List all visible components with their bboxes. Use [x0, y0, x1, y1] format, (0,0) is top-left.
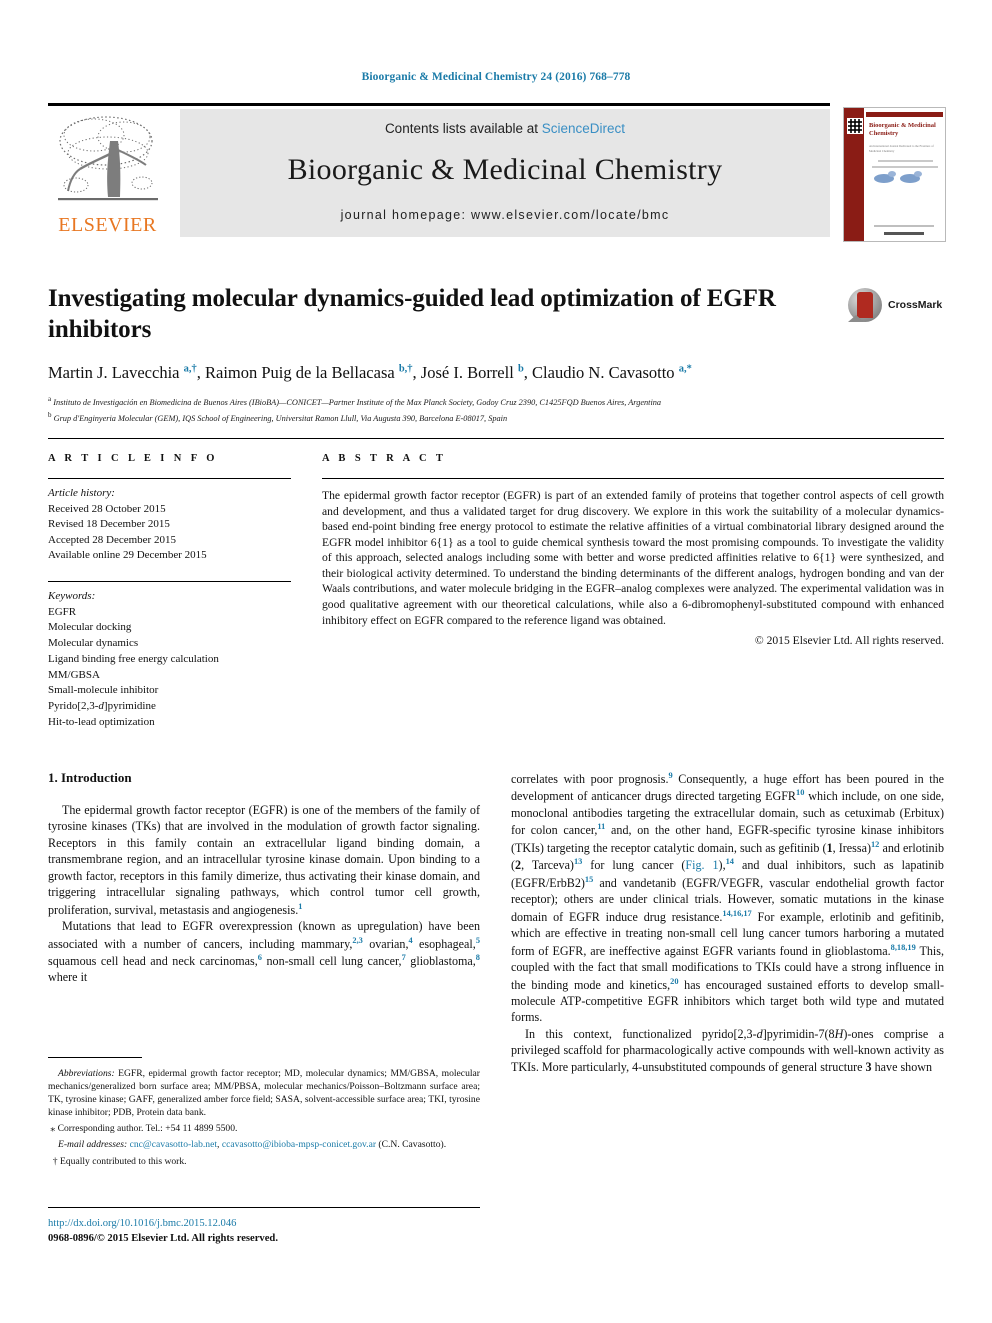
- cover-graphic-blob-small: [888, 171, 896, 177]
- footnote-corresponding: ⁎ Corresponding author. Tel.: +54 11 489…: [48, 1122, 480, 1135]
- crossmark-label: CrossMark: [888, 299, 943, 311]
- paper-page: Bioorganic & Medicinal Chemistry 24 (201…: [0, 0, 992, 1323]
- history-revised: Revised 18 December 2015: [48, 518, 170, 531]
- paragraph: Mutations that lead to EGFR overexpressi…: [48, 919, 480, 985]
- crossmark-icon: [848, 288, 882, 322]
- masthead-top-rule: [48, 103, 830, 106]
- title-block: Investigating molecular dynamics-guided …: [48, 284, 838, 425]
- affiliation-b: b Grup d'Enginyeria Molecular (GEM), IQS…: [48, 410, 508, 423]
- elsevier-wordmark: ELSEVIER: [58, 214, 157, 236]
- keywords-rule: [48, 581, 291, 583]
- footer-rule: [48, 1207, 480, 1208]
- abstract-heading: A B S T R A C T: [322, 453, 447, 464]
- paragraph: The epidermal growth factor receptor (EG…: [48, 803, 480, 917]
- article-info-heading: A R T I C L E I N F O: [48, 453, 218, 464]
- cover-top-bar: [866, 112, 943, 117]
- keyword-item: EGFR: [48, 605, 77, 618]
- cover-qr-icon: [847, 118, 863, 134]
- footnote-equal-contribution: † Equally contributed to this work.: [48, 1155, 480, 1168]
- abstract-text: The epidermal growth factor receptor (EG…: [322, 489, 944, 627]
- keyword-item: Molecular dynamics: [48, 637, 139, 650]
- author-list: Martin J. Lavecchia a,†, Raimon Puig de …: [48, 363, 692, 382]
- email-label: E-mail addresses:: [58, 1139, 128, 1151]
- footnote-rule: [48, 1057, 142, 1058]
- footnote-emails: E-mail addresses: cnc@cavasotto-lab.net,…: [48, 1138, 480, 1151]
- keyword-item: Hit-to-lead optimization: [48, 715, 155, 728]
- cover-graphic-blob-small: [914, 171, 922, 177]
- keyword-item: Small-molecule inhibitor: [48, 684, 159, 697]
- figure-1-link[interactable]: Fig. 1: [685, 858, 718, 872]
- history-received: Received 28 October 2015: [48, 502, 166, 515]
- keyword-item: MM/GBSA: [48, 668, 100, 681]
- history-accepted: Accepted 28 December 2015: [48, 533, 176, 546]
- cover-divider-1: [878, 160, 933, 162]
- journal-cover-thumbnail[interactable]: Bioorganic & Medicinal Chemistry An Inte…: [843, 107, 946, 242]
- email-link-2[interactable]: ccavasotto@ibioba-mpsp-conicet.gov.ar: [222, 1139, 376, 1150]
- email-owner: (C.N. Cavasotto).: [376, 1139, 447, 1151]
- body-left-column: 1. Introduction The epidermal growth fac…: [48, 770, 480, 986]
- sciencedirect-link[interactable]: ScienceDirect: [542, 121, 625, 136]
- footer-block: http://dx.doi.org/10.1016/j.bmc.2015.12.…: [48, 1216, 480, 1246]
- page-title: Investigating molecular dynamics-guided …: [48, 285, 776, 343]
- article-history: Article history: Received 28 October 201…: [48, 486, 291, 564]
- keyword-item: Molecular docking: [48, 621, 132, 634]
- cover-subtitle: An International Journal Dedicated to th…: [869, 144, 934, 153]
- masthead-panel: Contents lists available at ScienceDirec…: [180, 109, 830, 237]
- keyword-item: Ligand binding free energy calculation: [48, 652, 219, 665]
- journal-masthead: ELSEVIER Contents lists available at Sci…: [48, 103, 946, 242]
- abstract-copyright: © 2015 Elsevier Ltd. All rights reserved…: [754, 634, 944, 648]
- keywords-label: Keywords:: [48, 590, 96, 603]
- footnote-abbreviations: Abbreviations: EGFR, epidermal growth fa…: [48, 1067, 480, 1119]
- crossmark-badge[interactable]: CrossMark: [848, 288, 944, 324]
- elsevier-logo: ELSEVIER: [48, 109, 167, 237]
- abstract-column: A B S T R A C T The epidermal growth fac…: [322, 453, 944, 647]
- article-info-rule: [48, 478, 291, 479]
- footnotes: Abbreviations: EGFR, epidermal growth fa…: [48, 1067, 480, 1168]
- article-info-column: A R T I C L E I N F O Article history: R…: [48, 453, 291, 731]
- cover-divider-2: [872, 166, 938, 168]
- affiliation-a: a Instituto de Investigación en Biomedic…: [48, 395, 662, 407]
- journal-homepage-link[interactable]: journal homepage: www.elsevier.com/locat…: [180, 208, 830, 222]
- title-bottom-rule: [48, 438, 944, 439]
- corresponding-mark: ⁎: [50, 1123, 56, 1135]
- doi-link[interactable]: http://dx.doi.org/10.1016/j.bmc.2015.12.…: [48, 1216, 480, 1231]
- keywords-list: Keywords: EGFR Molecular docking Molecul…: [48, 589, 291, 730]
- elsevier-tree-icon: [58, 116, 158, 201]
- paragraph: correlates with poor prognosis.9 Consequ…: [511, 771, 945, 1025]
- contents-prefix: Contents lists available at: [384, 121, 542, 136]
- history-online: Available online 29 December 2015: [48, 549, 207, 562]
- email-link-1[interactable]: cnc@cavasotto-lab.net: [130, 1139, 217, 1150]
- cover-footer-line: [874, 225, 934, 227]
- affiliations: a Instituto de Investigación en Biomedic…: [48, 394, 838, 425]
- cover-publisher-mark: [884, 232, 924, 235]
- journal-title: Bioorganic & Medicinal Chemistry: [287, 153, 723, 186]
- cover-journal-title: Bioorganic & Medicinal Chemistry: [869, 122, 936, 138]
- section-heading-introduction: 1. Introduction: [48, 770, 132, 785]
- article-history-label: Article history:: [48, 487, 115, 499]
- keyword-item: Pyrido[2,3-d]pyrimidine: [48, 700, 156, 713]
- issn-copyright: 0968-0896/© 2015 Elsevier Ltd. All right…: [48, 1233, 278, 1245]
- running-head: Bioorganic & Medicinal Chemistry 24 (201…: [361, 71, 631, 83]
- corresponding-text: Corresponding author. Tel.: +54 11 4899 …: [57, 1123, 238, 1135]
- contents-available-line: Contents lists available at ScienceDirec…: [180, 121, 830, 136]
- crossmark-notch: [848, 315, 864, 322]
- abstract-rule: [322, 478, 944, 479]
- body-right-column: correlates with poor prognosis.9 Consequ…: [511, 770, 944, 1075]
- abbreviations-label: Abbreviations:: [58, 1068, 115, 1079]
- equal-mark: †: [52, 1155, 58, 1167]
- equal-text: Equally contributed to this work.: [60, 1155, 187, 1167]
- paragraph: In this context, functionalized pyrido[2…: [511, 1026, 945, 1074]
